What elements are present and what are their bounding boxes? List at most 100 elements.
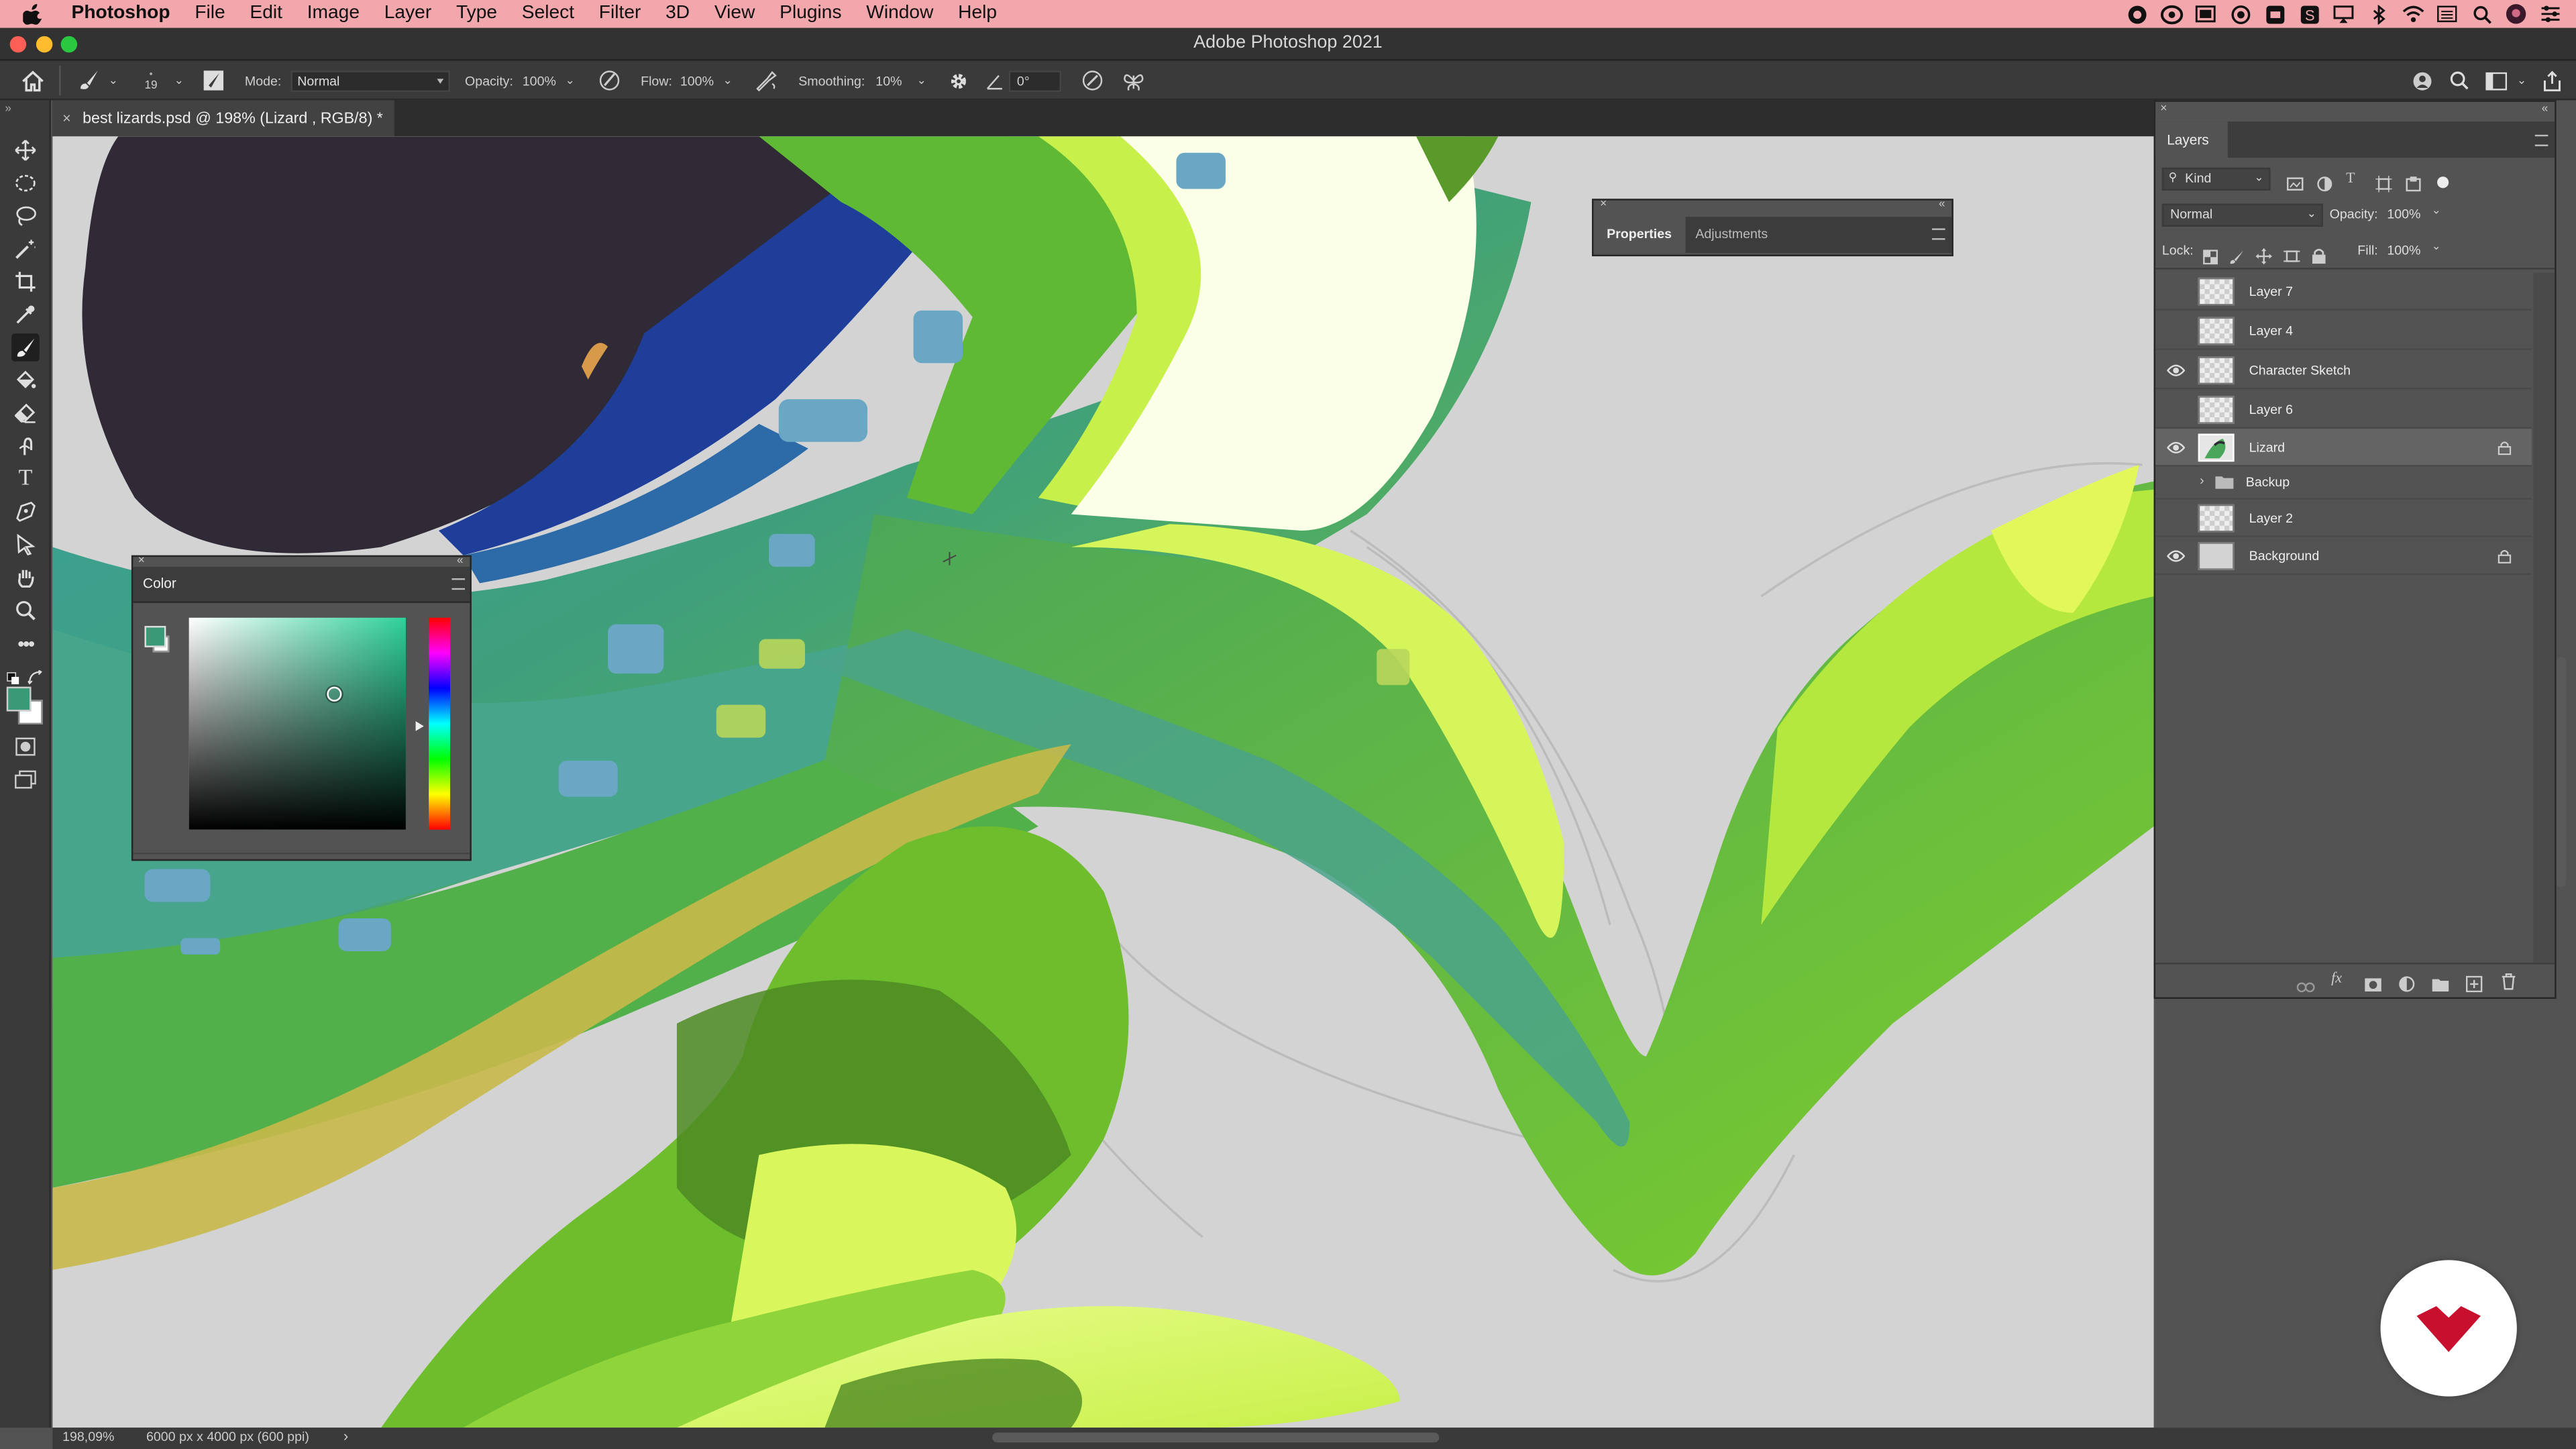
foreground-color-swatch[interactable] bbox=[6, 686, 32, 712]
visibility-eye-icon[interactable] bbox=[2166, 363, 2186, 378]
panel-menu-icon[interactable] bbox=[2534, 134, 2548, 146]
eyedropper-tool-icon[interactable] bbox=[11, 301, 40, 329]
symmetry-butterfly-icon[interactable] bbox=[1122, 61, 1145, 101]
home-icon[interactable] bbox=[21, 61, 44, 101]
brush-tool-icon[interactable] bbox=[11, 333, 40, 362]
menu-file[interactable]: File bbox=[182, 0, 237, 28]
angle-input[interactable]: 0° bbox=[1008, 70, 1062, 91]
hue-slider-marker[interactable] bbox=[415, 721, 424, 731]
eraser-tool-icon[interactable] bbox=[11, 399, 40, 427]
menu-app-name[interactable]: Photoshop bbox=[59, 0, 182, 28]
cc-libraries-icon[interactable] bbox=[2159, 3, 2184, 25]
bluetooth-icon[interactable] bbox=[2366, 3, 2391, 25]
menu-help[interactable]: Help bbox=[946, 0, 1010, 28]
link-layers-icon[interactable] bbox=[2296, 973, 2315, 993]
search-icon[interactable] bbox=[2469, 3, 2494, 25]
type-tool-icon[interactable]: T bbox=[11, 465, 40, 493]
flow-input[interactable]: 100% bbox=[680, 61, 714, 101]
status-menu-arrow-icon[interactable]: › bbox=[343, 1428, 348, 1444]
panel-menu-icon[interactable] bbox=[1932, 228, 1945, 240]
menu-window[interactable]: Window bbox=[854, 0, 946, 28]
layers-scroll-track[interactable] bbox=[2533, 272, 2555, 963]
layer-row-background[interactable]: Background bbox=[2155, 537, 2532, 576]
quick-mask-icon[interactable] bbox=[11, 733, 40, 761]
tab-layers[interactable]: Layers bbox=[2155, 121, 2228, 158]
pressure-size-icon[interactable] bbox=[1081, 61, 1104, 101]
airbrush-icon[interactable] bbox=[754, 61, 779, 101]
menu-layer[interactable]: Layer bbox=[372, 0, 443, 28]
layer-row-lizard[interactable]: Lizard bbox=[2155, 429, 2532, 467]
menu-plugins[interactable]: Plugins bbox=[767, 0, 854, 28]
path-selection-tool-icon[interactable] bbox=[11, 531, 40, 559]
share-person-icon[interactable] bbox=[2412, 61, 2433, 101]
menu-type[interactable]: Type bbox=[444, 0, 510, 28]
collapse-panel-icon[interactable]: « bbox=[2542, 103, 2548, 115]
vertical-scrollbar[interactable] bbox=[2556, 657, 2567, 888]
color-panel-title[interactable]: Color bbox=[143, 575, 176, 591]
move-tool-icon[interactable] bbox=[11, 136, 40, 164]
lasso-tool-icon[interactable] bbox=[11, 202, 40, 230]
layer-row-layer-2[interactable]: Layer 2 bbox=[2155, 499, 2532, 537]
color-picker-ring[interactable] bbox=[327, 686, 342, 702]
menu-select[interactable]: Select bbox=[509, 0, 586, 28]
brush-size-picker[interactable]: • 19 bbox=[145, 61, 158, 101]
fill-input[interactable]: 100% bbox=[2387, 243, 2420, 258]
shape-layer-filter-icon[interactable] bbox=[2375, 171, 2392, 193]
pressure-opacity-icon[interactable] bbox=[598, 61, 621, 101]
lock-position-icon[interactable] bbox=[2255, 243, 2272, 265]
panel-menu-icon[interactable] bbox=[451, 578, 466, 590]
type-layer-filter-icon[interactable]: T bbox=[2346, 169, 2362, 185]
flow-dropdown-icon[interactable]: ⌄ bbox=[723, 61, 733, 101]
screen-icon[interactable] bbox=[2193, 3, 2218, 25]
visibility-eye-icon[interactable] bbox=[2166, 440, 2186, 455]
close-panel-icon[interactable]: × bbox=[2160, 103, 2167, 115]
layer-style-fx-icon[interactable]: fx bbox=[2331, 969, 2347, 985]
more-tools-icon[interactable]: ••• bbox=[11, 629, 40, 657]
smart-object-filter-icon[interactable] bbox=[2405, 171, 2421, 192]
document-info[interactable]: 6000 px x 4000 px (600 ppi) bbox=[146, 1430, 309, 1444]
lock-transparent-pixels-icon[interactable] bbox=[2203, 243, 2219, 265]
lock-image-pixels-icon[interactable] bbox=[2229, 243, 2245, 264]
smoothing-input[interactable]: 10% bbox=[875, 61, 902, 101]
brush-size-dropdown-icon[interactable]: ⌄ bbox=[174, 61, 184, 101]
pixel-layer-filter-icon[interactable] bbox=[2286, 171, 2304, 191]
hue-slider[interactable] bbox=[429, 617, 451, 830]
adjustment-layer-icon[interactable] bbox=[2399, 971, 2415, 992]
layer-opacity-input[interactable]: 100% bbox=[2387, 204, 2436, 227]
zoom-tool-icon[interactable] bbox=[11, 596, 40, 625]
pen-tool-icon[interactable] bbox=[11, 498, 40, 526]
saturation-brightness-field[interactable] bbox=[189, 617, 406, 830]
blend-mode-select[interactable]: Normal bbox=[290, 70, 451, 91]
adjustment-layer-filter-icon[interactable] bbox=[2316, 171, 2332, 192]
preset-dropdown-arrow-icon[interactable]: ⌄ bbox=[109, 61, 118, 101]
wifi-icon[interactable] bbox=[2400, 3, 2425, 25]
color-panel-foreground-swatch[interactable] bbox=[144, 626, 166, 647]
lock-artboard-icon[interactable] bbox=[2284, 243, 2300, 262]
screen-mode-icon[interactable] bbox=[11, 765, 40, 794]
paint-bucket-tool-icon[interactable] bbox=[11, 366, 40, 394]
opacity-input[interactable]: 100% bbox=[523, 61, 556, 101]
chevron-down-icon[interactable]: ⌄ bbox=[2431, 204, 2440, 217]
menu-filter[interactable]: Filter bbox=[586, 0, 653, 28]
apple-icon[interactable] bbox=[23, 3, 46, 25]
layer-row-layer-4[interactable]: Layer 4 bbox=[2155, 312, 2532, 350]
collapse-panel-icon[interactable]: « bbox=[457, 555, 464, 567]
new-group-icon[interactable] bbox=[2431, 971, 2449, 991]
brush-tool-preset-icon[interactable] bbox=[77, 61, 100, 101]
new-layer-icon[interactable] bbox=[2465, 971, 2483, 993]
menu-view[interactable]: View bbox=[702, 0, 767, 28]
vpn-icon[interactable] bbox=[2262, 3, 2287, 25]
tab-adjustments[interactable]: Adjustments bbox=[1695, 217, 1768, 253]
filter-toggle-icon[interactable] bbox=[2434, 169, 2451, 189]
crop-tool-icon[interactable] bbox=[11, 268, 40, 296]
layer-row-character-sketch[interactable]: Character Sketch bbox=[2155, 352, 2532, 390]
close-tab-icon[interactable]: × bbox=[62, 110, 71, 126]
workspace-switcher-icon[interactable] bbox=[2485, 61, 2508, 101]
chevron-down-icon[interactable]: ⌄ bbox=[2431, 240, 2440, 253]
menu-image[interactable]: Image bbox=[294, 0, 372, 28]
airplay-icon[interactable] bbox=[2331, 3, 2356, 25]
hand-tool-icon[interactable] bbox=[11, 564, 40, 592]
smoothing-dropdown-icon[interactable]: ⌄ bbox=[917, 61, 926, 101]
control-center-icon[interactable] bbox=[2538, 3, 2563, 25]
layer-filter-select[interactable]: ⚲ Kind ⌄ bbox=[2161, 167, 2271, 191]
